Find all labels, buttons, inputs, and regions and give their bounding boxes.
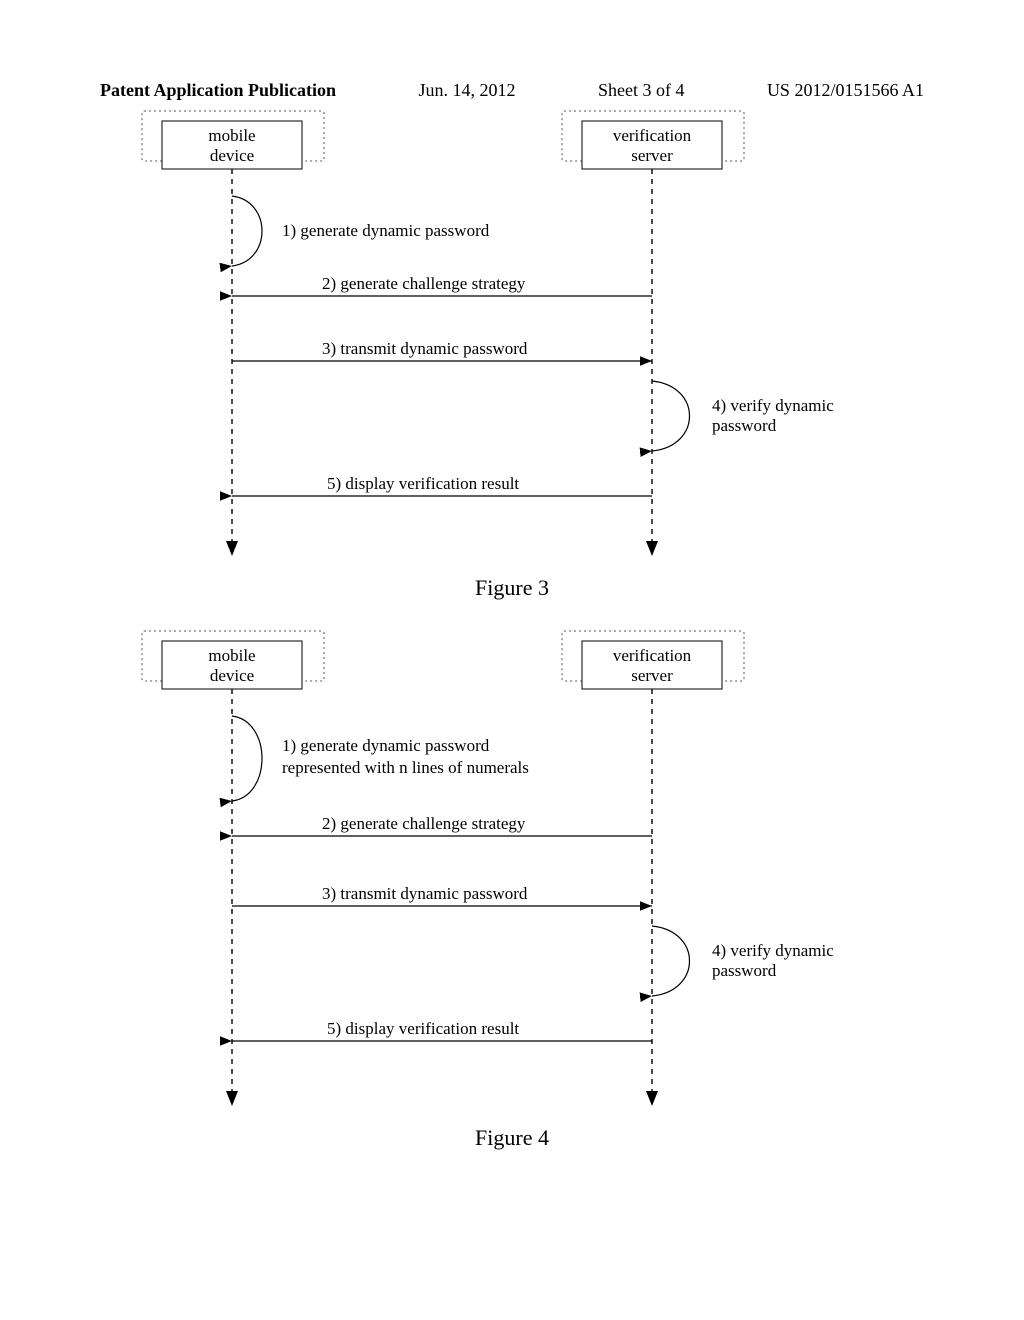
page-header: Patent Application Publication Jun. 14, … — [0, 0, 1024, 101]
header-left: Patent Application Publication — [100, 80, 336, 101]
header-date: Jun. 14, 2012 — [419, 80, 516, 101]
figure-3-caption: Figure 3 — [0, 575, 1024, 601]
msg-label: password — [712, 416, 777, 435]
figure-3-svg: mobile device verification server 1) gen… — [102, 101, 922, 571]
msg-label: 4) verify dynamic — [712, 941, 834, 960]
figure-4-caption: Figure 4 — [0, 1125, 1024, 1151]
page: Patent Application Publication Jun. 14, … — [0, 0, 1024, 1320]
header-sheet: Sheet 3 of 4 — [598, 80, 684, 101]
msg-label: 3) transmit dynamic password — [322, 339, 528, 358]
actor-label: server — [631, 666, 673, 685]
actor-label: mobile — [208, 646, 255, 665]
actor-label: device — [210, 666, 254, 685]
header-pub: US 2012/0151566 A1 — [767, 80, 924, 101]
msg-label: password — [712, 961, 777, 980]
actor-label: device — [210, 146, 254, 165]
actor-label: mobile — [208, 126, 255, 145]
msg-label: 2) generate challenge strategy — [322, 274, 526, 293]
msg-label: 2) generate challenge strategy — [322, 814, 526, 833]
msg-label: 1) generate dynamic password — [282, 221, 490, 240]
msg-label: 1) generate dynamic password — [282, 736, 490, 755]
actor-label: verification — [613, 126, 692, 145]
actor-label: verification — [613, 646, 692, 665]
msg-label: represented with n lines of numerals — [282, 758, 529, 777]
msg-label: 5) display verification result — [327, 474, 519, 493]
figure-4-svg: mobile device verification server 1) gen… — [102, 621, 922, 1121]
msg-label: 3) transmit dynamic password — [322, 884, 528, 903]
figure-4: mobile device verification server 1) gen… — [0, 621, 1024, 1181]
figure-3: mobile device verification server 1) gen… — [0, 101, 1024, 621]
msg-label: 5) display verification result — [327, 1019, 519, 1038]
actor-label: server — [631, 146, 673, 165]
msg-label: 4) verify dynamic — [712, 396, 834, 415]
